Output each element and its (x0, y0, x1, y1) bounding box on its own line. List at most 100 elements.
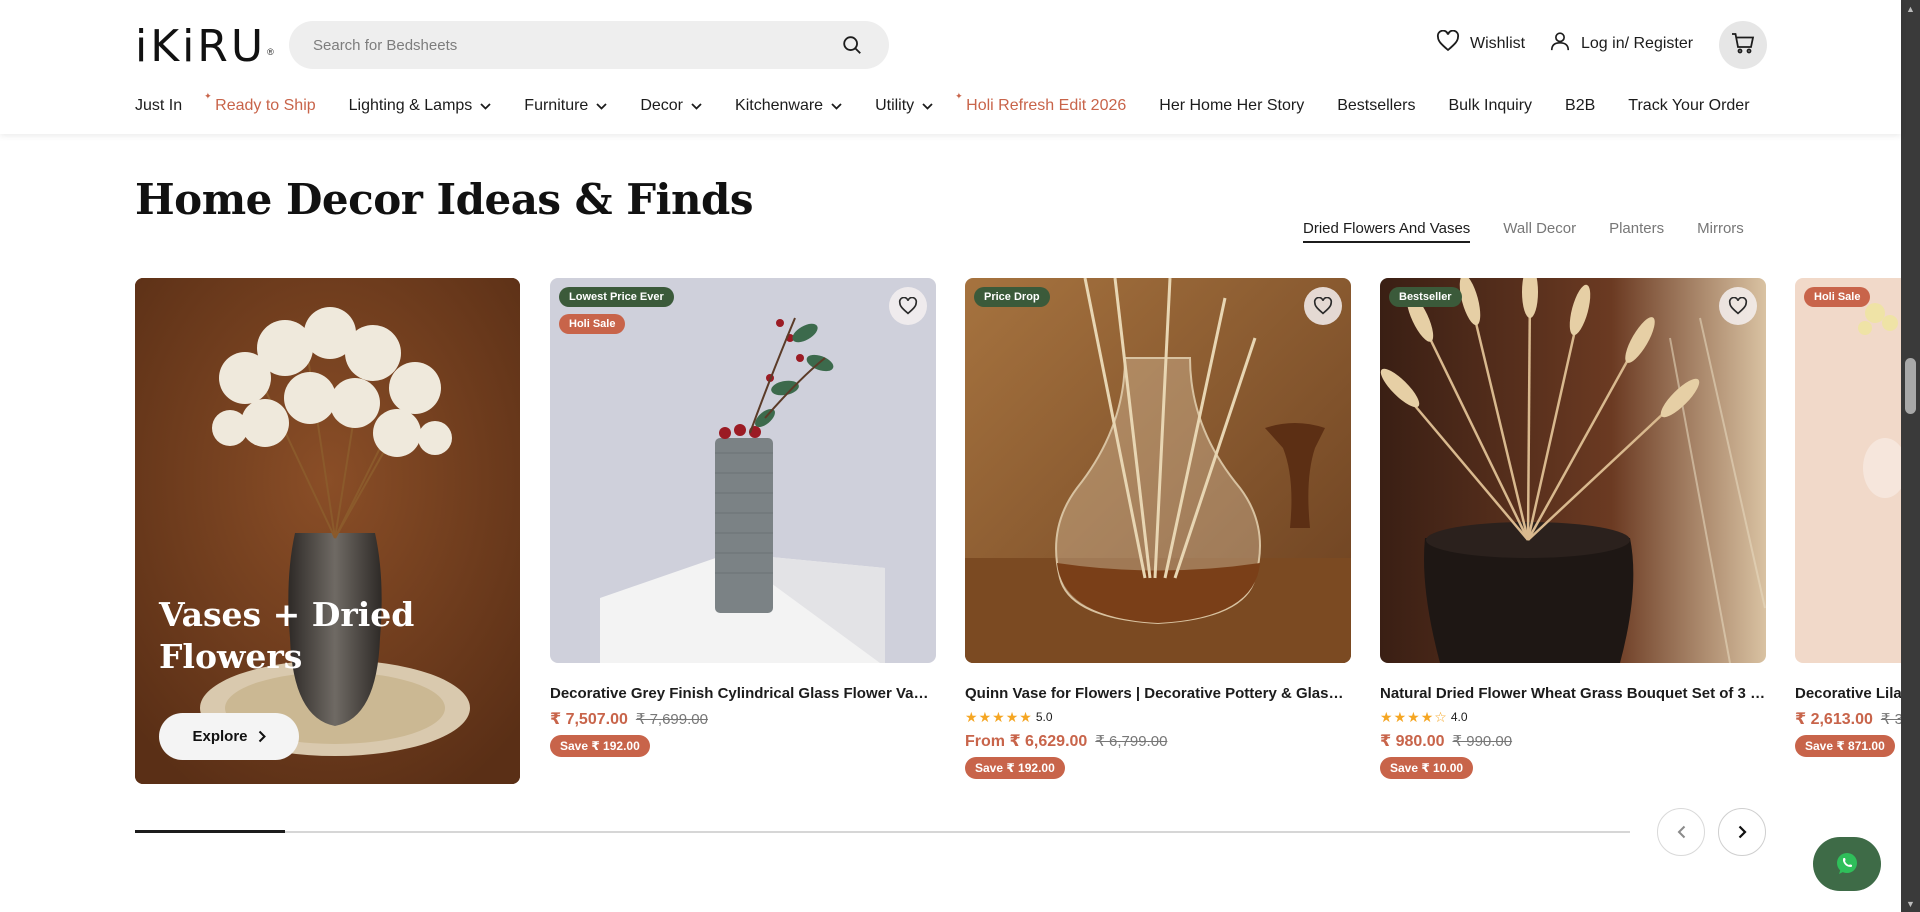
product-compare-price: ₹ 7,699.00 (635, 711, 708, 728)
carousel-progress-track (135, 830, 1630, 833)
product-image[interactable]: Bestseller (1380, 278, 1766, 663)
user-icon (1549, 30, 1571, 57)
product-title[interactable]: Quinn Vase for Flowers | Decorative Pott… (965, 685, 1351, 702)
explore-button[interactable]: Explore (159, 713, 299, 760)
product-price: ₹ 7,507.00 (550, 711, 628, 728)
price-row: ₹ 980.00 ₹ 990.00 (1380, 731, 1766, 751)
product-price: ₹ 980.00 (1380, 733, 1445, 750)
heart-icon (898, 297, 918, 315)
carousel-next-button[interactable] (1718, 808, 1766, 856)
product-image[interactable]: Price Drop (965, 278, 1351, 663)
heart-icon (1313, 297, 1333, 315)
product-rating: ★ ★ ★ ★ ★ 5.0 (965, 710, 1351, 724)
login-register-link[interactable]: Log in/ Register (1549, 30, 1693, 57)
carousel-prev-button[interactable] (1657, 808, 1705, 856)
page-scrollbar[interactable]: ▲ ▼ (1901, 0, 1920, 912)
nav-utility[interactable]: Utility (875, 97, 933, 115)
product-compare-price: ₹ 6,799.00 (1095, 733, 1168, 750)
scrollbar-thumb[interactable] (1905, 358, 1916, 414)
product-compare-price: ₹ 3,484.00 (1880, 711, 1901, 728)
promo-card[interactable]: Vases + Dried Flowers Explore (135, 278, 520, 784)
nav-bestsellers[interactable]: Bestsellers (1337, 97, 1415, 115)
save-badge: Save ₹ 871.00 (1795, 735, 1895, 757)
badge: Lowest Price Ever (559, 287, 674, 307)
product-price: ₹ 2,613.00 (1795, 711, 1873, 728)
site-header: iKiRU® Wishlist Log in/ Register Just In… (0, 0, 1901, 134)
badge: Holi Sale (559, 314, 626, 334)
product-image[interactable]: Lowest Price Ever Holi Sale (550, 278, 936, 663)
nav-bulk-inquiry[interactable]: Bulk Inquiry (1448, 97, 1532, 115)
search-input[interactable] (313, 36, 839, 54)
star-icon: ★ (1393, 709, 1407, 725)
add-to-wishlist-button[interactable] (889, 287, 927, 325)
nav-label: Holi Refresh Edit 2026 (966, 97, 1127, 114)
brand-logo[interactable]: iKiRU ® (135, 18, 274, 74)
category-tabs: Dried Flowers And Vases Wall Decor Plant… (1303, 220, 1744, 243)
nav-label: Utility (875, 97, 915, 114)
chevron-down-icon (831, 102, 842, 110)
login-label: Log in/ Register (1581, 34, 1694, 52)
tab-dried-flowers-and-vases[interactable]: Dried Flowers And Vases (1303, 220, 1471, 243)
product-photo (550, 278, 936, 663)
tab-mirrors[interactable]: Mirrors (1697, 220, 1744, 243)
section-title: Home Decor Ideas & Finds (135, 175, 754, 224)
nav-kitchenware[interactable]: Kitchenware (735, 97, 842, 115)
product-title[interactable]: Decorative Lilac Glass Vase (1795, 685, 1901, 702)
product-card[interactable]: Holi Sale Decorative Lilac Glass Vase ₹ … (1795, 278, 1901, 757)
nav-lighting-lamps[interactable]: Lighting & Lamps (349, 97, 492, 115)
badge: Bestseller (1389, 287, 1462, 307)
nav-b2b[interactable]: B2B (1565, 97, 1595, 115)
nav-her-home-her-story[interactable]: Her Home Her Story (1159, 97, 1304, 115)
product-card[interactable]: Bestseller Natural Dried Flower Wheat Gr… (1380, 278, 1766, 779)
sparkle-icon: ✦ (204, 91, 212, 101)
product-rating: ★ ★ ★ ★ ☆ 4.0 (1380, 710, 1766, 724)
nav-holi-refresh-edit[interactable]: ✦ Holi Refresh Edit 2026 (955, 91, 1127, 115)
scroll-up-arrow-icon[interactable]: ▲ (1901, 0, 1920, 17)
add-to-wishlist-button[interactable] (1304, 287, 1342, 325)
search-icon[interactable] (839, 32, 865, 58)
badge-group: Holi Sale (1804, 287, 1871, 307)
nav-label: B2B (1565, 97, 1596, 114)
cart-button[interactable] (1719, 21, 1767, 69)
price-row: ₹ 2,613.00 ₹ 3,484.00 (1795, 709, 1901, 729)
star-icon: ★ (1420, 709, 1434, 725)
promo-title: Vases + Dried Flowers (159, 595, 415, 676)
rating-value: 5.0 (1035, 710, 1053, 724)
badge-group: Lowest Price Ever Holi Sale (559, 287, 674, 334)
save-badge: Save ₹ 10.00 (1380, 757, 1474, 779)
heart-icon (1728, 297, 1748, 315)
nav-track-your-order[interactable]: Track Your Order (1628, 97, 1749, 115)
nav-label: Kitchenware (735, 97, 824, 114)
chevron-left-icon (1677, 825, 1685, 839)
star-empty-icon: ☆ (1434, 709, 1447, 725)
rating-value: 4.0 (1450, 710, 1468, 724)
product-title[interactable]: Natural Dried Flower Wheat Grass Bouquet… (1380, 685, 1766, 702)
nav-furniture[interactable]: Furniture (524, 97, 607, 115)
scroll-down-arrow-icon[interactable]: ▼ (1901, 895, 1920, 912)
wishlist-link[interactable]: Wishlist (1436, 29, 1526, 57)
price-row: From ₹ 6,629.00 ₹ 6,799.00 (965, 731, 1351, 751)
nav-decor[interactable]: Decor (640, 97, 702, 115)
product-card[interactable]: Price Drop Quinn Vase for Flowers | Deco… (965, 278, 1351, 779)
badge-group: Bestseller (1389, 287, 1462, 307)
nav-just-in[interactable]: Just In (135, 97, 182, 115)
product-card[interactable]: Lowest Price Ever Holi Sale Decorative G… (550, 278, 936, 757)
wishlist-label: Wishlist (1470, 34, 1526, 52)
price-row: ₹ 7,507.00 ₹ 7,699.00 (550, 709, 936, 729)
product-photo (1380, 278, 1766, 663)
whatsapp-chat-button[interactable] (1813, 837, 1881, 891)
nav-ready-to-ship[interactable]: ✦ Ready to Ship (204, 91, 316, 115)
whatsapp-icon (1837, 853, 1857, 874)
add-to-wishlist-button[interactable] (1719, 287, 1757, 325)
product-title[interactable]: Decorative Grey Finish Cylindrical Glass… (550, 685, 936, 702)
star-icon: ★ (992, 709, 1005, 725)
tab-planters[interactable]: Planters (1609, 220, 1664, 243)
brand-name: iKiRU (135, 20, 267, 72)
tab-wall-decor[interactable]: Wall Decor (1503, 220, 1576, 243)
chevron-down-icon (596, 102, 607, 110)
product-image[interactable]: Holi Sale (1795, 278, 1901, 663)
chevron-down-icon (480, 102, 491, 110)
star-icon: ★ (1019, 709, 1032, 725)
badge: Holi Sale (1804, 287, 1871, 307)
cart-icon (1731, 32, 1755, 59)
